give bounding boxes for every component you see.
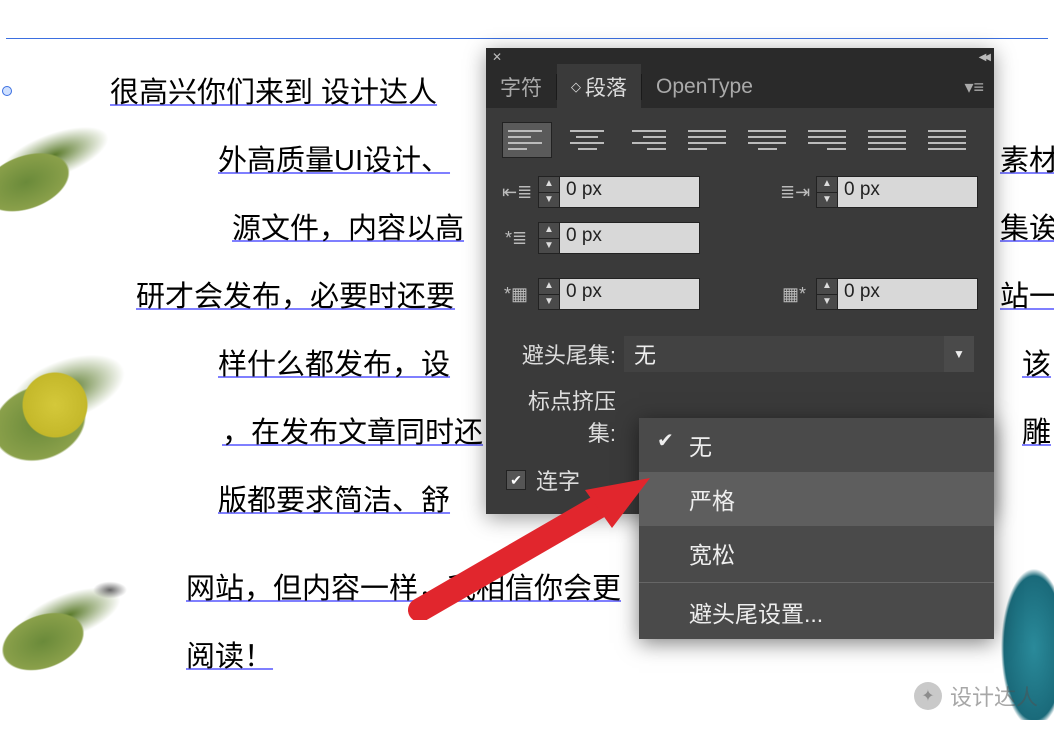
firstline-indent-value[interactable]: 0 px: [560, 222, 700, 254]
step-down-icon[interactable]: ▼: [817, 192, 837, 208]
space-after-icon: ▦*: [780, 284, 808, 305]
kinsoku-select[interactable]: 无 ▼: [624, 336, 974, 372]
body-text[interactable]: 阅读！: [186, 624, 273, 691]
firstline-indent-icon: *≣: [502, 228, 530, 249]
dropdown-label: 宽松: [689, 542, 735, 568]
body-text[interactable]: 素材: [1000, 128, 1054, 195]
space-before-icon: *▦: [502, 284, 530, 305]
collapse-icon[interactable]: ◀◀: [979, 52, 988, 63]
wechat-icon: ✦: [914, 682, 942, 710]
right-indent-icon: ≣⇥: [780, 182, 808, 203]
left-indent-stepper[interactable]: ▲▼ 0 px: [538, 176, 700, 208]
body-text[interactable]: 样什么都发布，设: [218, 332, 450, 399]
align-center-button[interactable]: [562, 122, 612, 158]
step-up-icon[interactable]: ▲: [817, 279, 837, 294]
body-text[interactable]: 很高兴你们来到 设计达人: [110, 60, 437, 127]
step-up-icon[interactable]: ▲: [539, 279, 559, 294]
dropdown-item-settings[interactable]: 避头尾设置...: [639, 585, 994, 639]
tab-label: 字符: [500, 72, 542, 102]
align-right-button[interactable]: [622, 122, 672, 158]
body-text[interactable]: 源文件，内容以高: [232, 196, 464, 263]
step-down-icon[interactable]: ▼: [539, 192, 559, 208]
hyphenate-checkbox[interactable]: ✔: [506, 470, 526, 490]
close-icon[interactable]: ✕: [492, 50, 502, 64]
step-down-icon[interactable]: ▼: [539, 238, 559, 254]
kinsoku-dropdown: ✔ 无 严格 宽松 避头尾设置...: [639, 418, 994, 639]
divider: [639, 582, 994, 583]
space-before-value[interactable]: 0 px: [560, 278, 700, 310]
alignment-row: [486, 108, 994, 172]
dropdown-item-strict[interactable]: 严格: [639, 472, 994, 526]
kinsoku-row: 避头尾集: 无 ▼: [486, 320, 994, 378]
panel-menu-icon[interactable]: ▾≡: [954, 77, 994, 98]
left-indent-icon: ⇤≣: [502, 182, 530, 203]
dropdown-item-none[interactable]: ✔ 无: [639, 418, 994, 472]
space-after-stepper[interactable]: ▲▼ 0 px: [816, 278, 978, 310]
justify-all-button[interactable]: [862, 122, 912, 158]
align-left-button[interactable]: [502, 122, 552, 158]
dropdown-item-loose[interactable]: 宽松: [639, 526, 994, 580]
right-indent-stepper[interactable]: ▲▼ 0 px: [816, 176, 978, 208]
step-up-icon[interactable]: ▲: [817, 177, 837, 192]
kinsoku-label: 避头尾集:: [506, 338, 616, 370]
step-down-icon[interactable]: ▼: [539, 294, 559, 310]
space-before-stepper[interactable]: ▲▼ 0 px: [538, 278, 700, 310]
step-up-icon[interactable]: ▲: [539, 223, 559, 238]
tab-opentype[interactable]: OpenType: [642, 67, 767, 107]
mojikumi-label: 标点挤压集:: [506, 384, 616, 448]
watermark: ✦ 设计达人: [914, 680, 1038, 712]
body-text[interactable]: 雕: [1022, 400, 1051, 467]
kinsoku-value: 无: [634, 338, 656, 370]
space-after-value[interactable]: 0 px: [838, 278, 978, 310]
tab-character[interactable]: 字符: [486, 64, 556, 110]
left-indent-value[interactable]: 0 px: [560, 176, 700, 208]
dropdown-label: 严格: [689, 488, 735, 514]
justify-right-button[interactable]: [802, 122, 852, 158]
panel-tabs: 字符 ◇ 段落 OpenType ▾≡: [486, 66, 994, 108]
indent-row-1: ⇤≣ ▲▼ 0 px ≣⇥ ▲▼ 0 px: [486, 172, 994, 218]
firstline-indent-stepper[interactable]: ▲▼ 0 px: [538, 222, 700, 254]
step-down-icon[interactable]: ▼: [817, 294, 837, 310]
tab-paragraph[interactable]: ◇ 段落: [557, 64, 641, 110]
body-text[interactable]: 研才会发布，必要时还要: [136, 264, 455, 331]
tab-label: 段落: [585, 72, 627, 102]
body-text[interactable]: 集诶: [1000, 196, 1054, 263]
chevron-down-icon: ▼: [944, 336, 974, 372]
body-text[interactable]: 外高质量UI设计、: [218, 128, 450, 195]
step-up-icon[interactable]: ▲: [539, 177, 559, 192]
justify-all-alt-button[interactable]: [922, 122, 972, 158]
chevron-icon: ◇: [571, 79, 581, 95]
body-text[interactable]: 版都要求简洁、舒: [218, 468, 450, 535]
justify-center-button[interactable]: [742, 122, 792, 158]
right-indent-value[interactable]: 0 px: [838, 176, 978, 208]
check-icon: ✔: [657, 428, 674, 453]
dropdown-label: 无: [689, 434, 712, 460]
tab-label: OpenType: [656, 75, 753, 99]
watermark-text: 设计达人: [950, 680, 1038, 712]
space-row: *▦ ▲▼ 0 px ▦* ▲▼ 0 px: [486, 264, 994, 320]
body-text[interactable]: ，在发布文章同时还: [222, 400, 483, 467]
body-text[interactable]: 该: [1022, 332, 1051, 399]
indent-row-2: *≣ ▲▼ 0 px: [486, 218, 994, 264]
body-text[interactable]: 站一: [1000, 264, 1054, 331]
hyphenate-label: 连字: [536, 464, 580, 496]
justify-left-button[interactable]: [682, 122, 732, 158]
dropdown-label: 避头尾设置...: [689, 601, 823, 627]
body-text[interactable]: 网站，但内容一样，我相信你会更: [186, 556, 621, 623]
